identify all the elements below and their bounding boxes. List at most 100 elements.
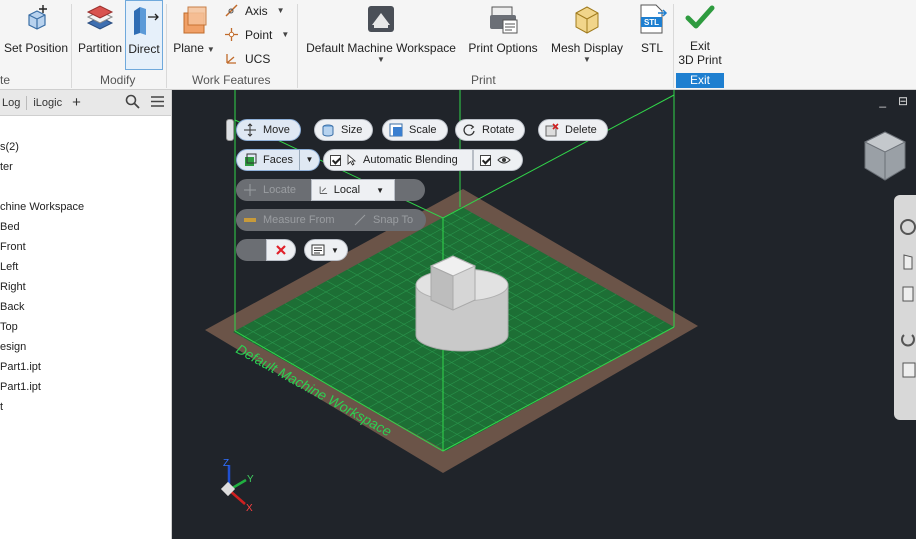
measure-from-button[interactable]: Measure From xyxy=(236,209,346,231)
tree-item[interactable]: Back xyxy=(0,297,171,317)
direct-button[interactable]: Direct xyxy=(125,0,163,70)
delete-button[interactable]: Delete xyxy=(538,119,608,141)
chevron-down-icon: ▼ xyxy=(583,55,591,64)
chevron-down-icon: ▼ xyxy=(206,45,215,54)
preview-checkbox[interactable] xyxy=(480,154,491,166)
tab-ilogic[interactable]: iLogic xyxy=(33,97,62,109)
stl-button[interactable]: STL STL xyxy=(632,3,672,55)
look-at-icon[interactable] xyxy=(902,362,916,378)
ucs-icon xyxy=(226,54,236,64)
panel-title-work-features: Work Features xyxy=(192,73,271,87)
scale-button[interactable]: Scale xyxy=(382,119,448,141)
print-options-label: Print Options xyxy=(468,41,538,55)
steering-wheel-icon[interactable] xyxy=(900,219,916,235)
delete-icon xyxy=(545,123,559,137)
default-machine-workspace-label: Default Machine Workspace xyxy=(306,41,456,55)
panel-separator xyxy=(166,4,167,88)
local-coords-icon xyxy=(319,186,328,194)
axis-y-label: Y xyxy=(247,474,254,485)
mesh-display-button[interactable]: Mesh Display ▼ xyxy=(548,3,626,64)
ucs-label: UCS xyxy=(245,51,271,66)
graphics-viewport[interactable]: Default Machine Workspace Z Y X _ ⊟ Move… xyxy=(173,90,916,539)
set-position-button[interactable]: Set Position xyxy=(4,3,68,55)
move-button[interactable]: Move xyxy=(236,119,301,141)
tab-log[interactable]: Log xyxy=(2,97,20,109)
snap-to-label: Snap To xyxy=(373,214,414,226)
exit-3d-print-label-line2: 3D Print xyxy=(678,53,722,67)
measure-from-label: Measure From xyxy=(263,214,335,226)
scale-label: Scale xyxy=(409,124,437,136)
browser-tools xyxy=(125,94,165,109)
local-select[interactable]: Local ▼ xyxy=(311,179,395,201)
mesh-display-icon xyxy=(575,6,599,34)
automatic-blending-checkbox[interactable] xyxy=(330,154,341,166)
nav-tools xyxy=(900,219,916,378)
checkmark-icon xyxy=(685,5,715,29)
minitoolbar-grip[interactable] xyxy=(226,119,234,141)
zoom-icon[interactable] xyxy=(902,286,914,302)
pan-hand-icon[interactable] xyxy=(903,254,913,270)
rotate-button[interactable]: Rotate xyxy=(455,119,526,141)
cancel-button[interactable] xyxy=(266,239,296,261)
tree-item[interactable]: Right xyxy=(0,277,171,297)
stl-export-icon: STL xyxy=(640,4,668,34)
orbit-icon[interactable] xyxy=(901,334,915,347)
point-icon xyxy=(225,28,238,41)
exit-3d-print-button[interactable]: Exit 3D Print xyxy=(676,3,724,67)
tree-item[interactable]: esign xyxy=(0,337,171,357)
default-machine-workspace-button[interactable]: Default Machine Workspace ▼ xyxy=(302,3,460,64)
tree-item[interactable]: Left xyxy=(0,257,171,277)
tree-item[interactable]: Part1.ipt xyxy=(0,357,171,377)
chevron-down-icon: ▼ xyxy=(331,245,339,255)
move-label: Move xyxy=(263,124,290,136)
size-button[interactable]: Size xyxy=(314,119,374,141)
partition-icon xyxy=(86,5,114,30)
panel-separator xyxy=(297,4,298,88)
chevron-down-icon: ▼ xyxy=(377,55,385,64)
plane-button[interactable]: Plane ▼ xyxy=(172,3,216,57)
axis-x-label: X xyxy=(246,503,253,514)
hamburger-menu-icon[interactable] xyxy=(150,94,165,109)
minimize-viewport-button[interactable]: _ xyxy=(879,94,886,108)
preview-toggle[interactable] xyxy=(473,149,523,171)
view-cube[interactable] xyxy=(863,131,907,181)
chevron-down-icon: ▼ xyxy=(376,185,384,195)
partition-button[interactable]: Partition xyxy=(76,3,124,55)
size-label: Size xyxy=(341,124,363,136)
direct-label: Direct xyxy=(128,42,160,56)
apply-button[interactable] xyxy=(236,239,266,261)
locate-option-button[interactable] xyxy=(395,179,425,201)
automatic-blending-label: Automatic Blending xyxy=(363,154,458,166)
tree-item[interactable]: t xyxy=(0,397,171,417)
tree-item[interactable]: Top xyxy=(0,317,171,337)
tree-item[interactable]: Part1.ipt xyxy=(0,377,171,397)
automatic-blending-toggle[interactable]: Automatic Blending xyxy=(323,149,473,171)
ucs-button[interactable]: UCS xyxy=(224,51,270,66)
search-icon[interactable] xyxy=(125,94,140,109)
faces-select[interactable]: Faces ▼ xyxy=(236,149,320,171)
axis-icon xyxy=(225,4,238,17)
point-label: Point xyxy=(245,27,273,42)
browser-header: Log iLogic + xyxy=(0,90,171,116)
panel-title-print: Print xyxy=(471,73,496,87)
locate-icon xyxy=(244,184,256,196)
snap-to-button[interactable]: Snap To xyxy=(346,209,426,231)
locate-button[interactable]: Locate xyxy=(236,179,311,201)
point-button[interactable]: Point ▼ xyxy=(224,27,289,42)
tree-item[interactable]: Front xyxy=(0,237,171,257)
locate-label: Locate xyxy=(263,184,297,196)
axis-button[interactable]: Axis ▼ xyxy=(224,3,285,18)
tree-item[interactable]: chine Workspace xyxy=(0,197,171,217)
options-menu-button[interactable]: ▼ xyxy=(304,239,348,261)
print-options-button[interactable]: Print Options xyxy=(464,3,542,55)
set-position-label: Set Position xyxy=(3,41,69,55)
tree-item[interactable]: s(2) xyxy=(0,137,171,157)
tree-item[interactable] xyxy=(0,177,171,197)
tree-item[interactable]: ter xyxy=(0,157,171,177)
tree-item[interactable]: Bed xyxy=(0,217,171,237)
restore-viewport-button[interactable]: ⊟ xyxy=(898,94,908,108)
add-tab-button[interactable]: + xyxy=(72,94,81,111)
browser-tree: s(2) ter chine Workspace Bed Front Left … xyxy=(0,137,171,417)
chevron-down-icon[interactable]: ▼ xyxy=(298,150,319,170)
panel-title-left-cut: te xyxy=(0,73,11,87)
